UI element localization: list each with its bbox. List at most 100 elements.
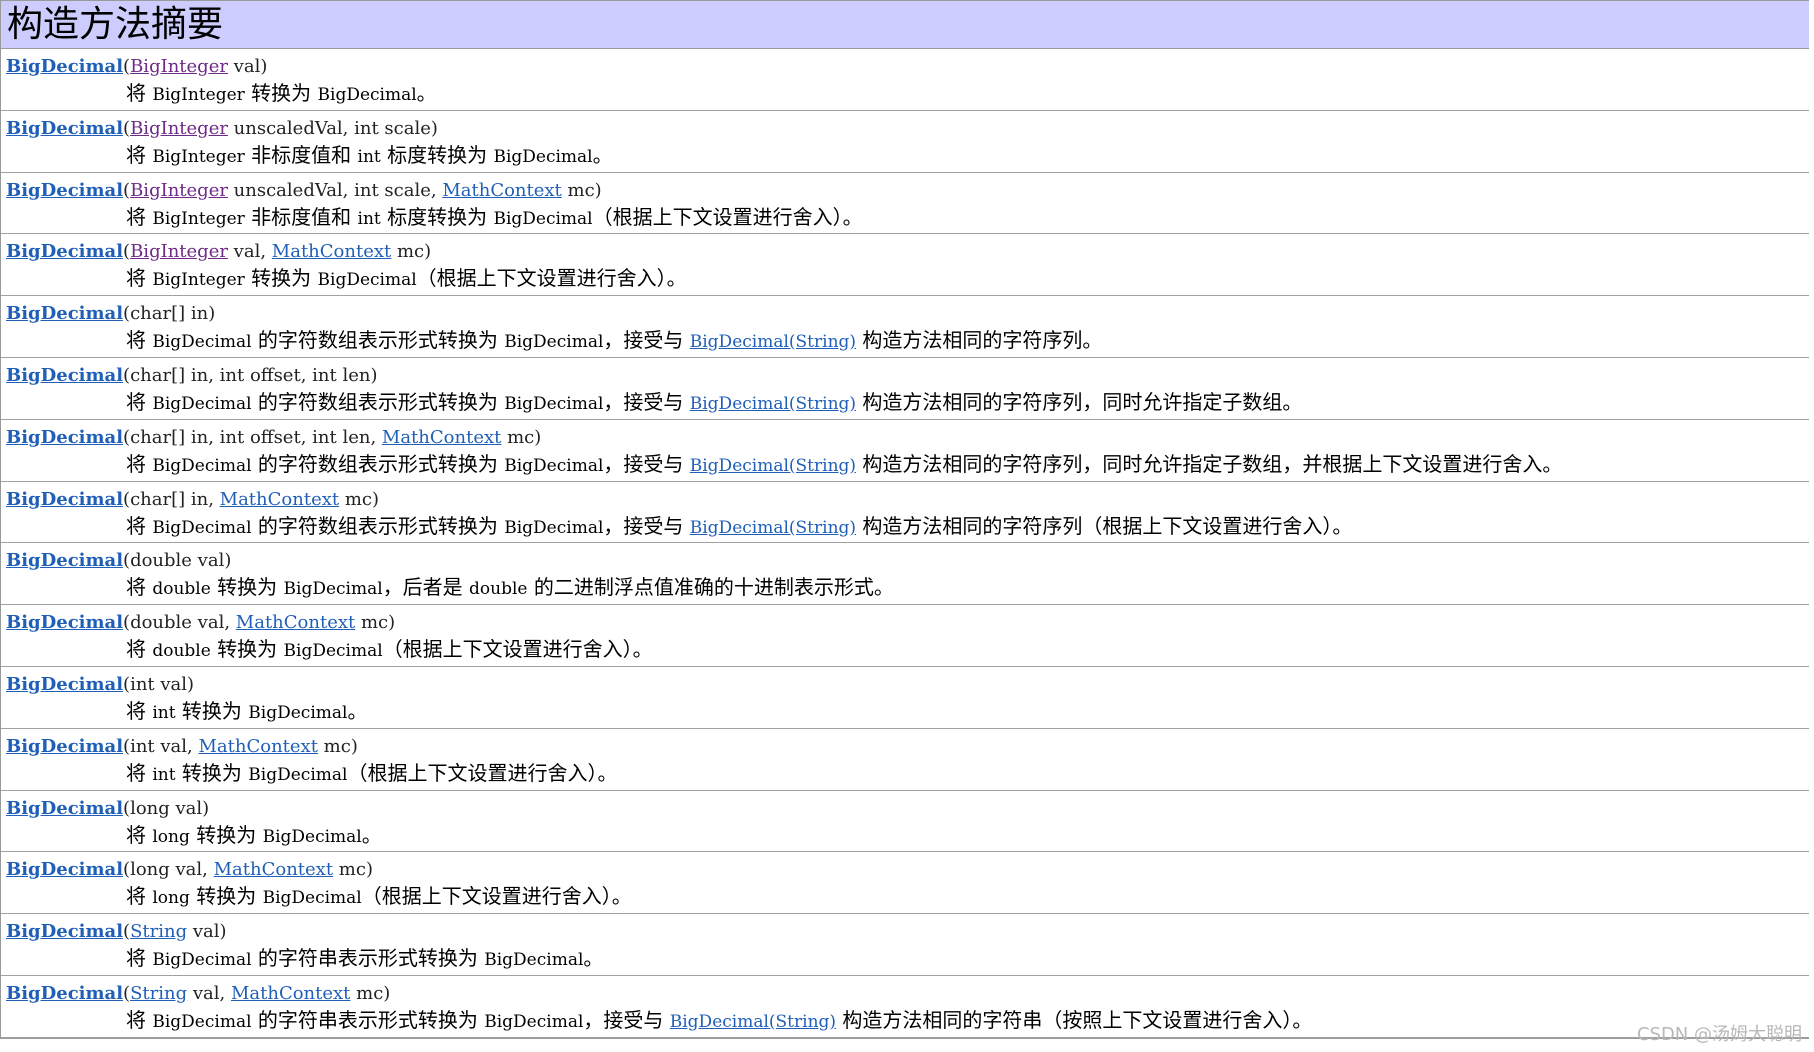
- constructor-row: BigDecimal(char[] in, MathContext mc) 将 B…: [1, 482, 1809, 544]
- constructor-description: 将 double 转换为 BigDecimal（根据上下文设置进行舍入）。: [6, 636, 1809, 664]
- constructor-signature: BigDecimal(double val, MathContext mc): [6, 612, 1809, 636]
- constructor-name-link[interactable]: BigDecimal: [6, 365, 123, 386]
- constructor-name-link[interactable]: BigDecimal: [6, 674, 123, 695]
- param-type-link[interactable]: MathContext: [198, 736, 317, 757]
- constructor-name-link[interactable]: BigDecimal: [6, 921, 123, 942]
- description-text: 将: [126, 513, 153, 538]
- description-text: 转换为: [175, 760, 249, 785]
- constructor-name-link[interactable]: BigDecimal: [6, 180, 123, 201]
- code-term: BigDecimal: [152, 332, 252, 353]
- signature-text: (char[] in, int offset, int len,: [123, 426, 382, 448]
- signature-text: mc): [339, 488, 380, 510]
- constructor-name-link[interactable]: BigDecimal: [6, 427, 123, 448]
- description-text: 将: [126, 266, 153, 291]
- constructor-name-link[interactable]: BigDecimal: [6, 612, 123, 633]
- description-text: 标度转换为: [380, 142, 494, 167]
- param-type-link[interactable]: MathContext: [220, 489, 339, 510]
- param-type-link[interactable]: MathContext: [214, 859, 333, 880]
- param-type-link[interactable]: MathContext: [236, 612, 355, 633]
- constructor-signature: BigDecimal(char[] in, int offset, int le…: [6, 365, 1809, 389]
- constructor-name-link[interactable]: BigDecimal: [6, 736, 123, 757]
- description-text: 将: [126, 637, 153, 662]
- param-type-link[interactable]: String: [130, 983, 187, 1004]
- code-term: BigInteger: [152, 146, 245, 167]
- constructor-name-link[interactable]: BigDecimal: [6, 489, 123, 510]
- constructor-name-link[interactable]: BigDecimal: [6, 983, 123, 1004]
- signature-text: val): [187, 921, 227, 943]
- description-text: ，接受与: [603, 389, 690, 414]
- constructor-name-link[interactable]: BigDecimal: [6, 56, 123, 77]
- description-text: 转换为: [210, 575, 284, 600]
- constructor-signature: BigDecimal(BigInteger unscaledVal, int s…: [6, 180, 1809, 204]
- code-term: BigInteger: [152, 270, 245, 291]
- description-text: 将: [126, 389, 153, 414]
- description-text: 将: [126, 760, 153, 785]
- code-term: BigDecimal: [504, 455, 604, 476]
- constructor-reference-link[interactable]: BigDecimal(String): [690, 518, 856, 538]
- description-text: 的字符数组表示形式转换为: [251, 513, 505, 538]
- code-term: BigDecimal: [283, 641, 383, 662]
- table-header: 构造方法摘要: [1, 1, 1809, 49]
- param-type-link[interactable]: MathContext: [272, 241, 391, 262]
- constructor-reference-link[interactable]: BigDecimal(String): [690, 456, 856, 476]
- description-text: 将: [126, 81, 153, 105]
- param-type-link[interactable]: BigInteger: [130, 56, 228, 77]
- signature-text: mc): [391, 241, 432, 263]
- description-text: 标度转换为: [380, 204, 494, 229]
- param-type-link[interactable]: MathContext: [442, 180, 561, 201]
- constructor-signature: BigDecimal(BigInteger unscaledVal, int s…: [6, 118, 1809, 142]
- constructor-description: 将 BigDecimal 的字符数组表示形式转换为 BigDecimal，接受与…: [6, 327, 1809, 355]
- constructor-row: BigDecimal(BigInteger val) 将 BigInteger 转…: [1, 49, 1809, 111]
- param-type-link[interactable]: MathContext: [382, 427, 501, 448]
- param-type-link[interactable]: BigInteger: [130, 241, 228, 262]
- constructor-name-link[interactable]: BigDecimal: [6, 303, 123, 324]
- constructor-name-link[interactable]: BigDecimal: [6, 798, 123, 819]
- constructor-row: BigDecimal(double val, MathContext mc) 将 …: [1, 605, 1809, 667]
- constructor-signature: BigDecimal(char[] in, int offset, int le…: [6, 427, 1809, 451]
- description-text: 构造方法相同的字符序列，同时允许指定子数组，并根据上下文设置进行舍入。: [856, 451, 1563, 476]
- constructor-reference-link[interactable]: BigDecimal(String): [690, 394, 856, 414]
- description-text: ，接受与: [583, 1007, 670, 1032]
- code-term: BigDecimal: [248, 764, 348, 785]
- description-text: 的字符数组表示形式转换为: [251, 389, 505, 414]
- constructor-description: 将 BigDecimal 的字符数组表示形式转换为 BigDecimal，接受与…: [6, 513, 1809, 541]
- constructor-summary-table: 构造方法摘要 BigDecimal(BigInteger val) 将 BigIn…: [0, 0, 1809, 1039]
- constructor-name-link[interactable]: BigDecimal: [6, 550, 123, 571]
- param-type-link[interactable]: String: [130, 921, 187, 942]
- description-text: 将: [126, 328, 153, 353]
- constructor-reference-link[interactable]: BigDecimal(String): [690, 332, 856, 352]
- param-type-link[interactable]: BigInteger: [130, 118, 228, 139]
- code-term: long: [152, 826, 190, 847]
- constructor-description: 将 BigDecimal 的字符串表示形式转换为 BigDecimal，接受与 …: [6, 1007, 1809, 1035]
- signature-text: mc): [317, 735, 358, 757]
- param-type-link[interactable]: BigInteger: [130, 180, 228, 201]
- constructor-name-link[interactable]: BigDecimal: [6, 859, 123, 880]
- constructor-row: BigDecimal(BigInteger unscaledVal, int s…: [1, 173, 1809, 235]
- constructor-signature: BigDecimal(long val): [6, 798, 1809, 822]
- description-text: ，接受与: [603, 513, 690, 538]
- constructor-description: 将 BigDecimal 的字符串表示形式转换为 BigDecimal。: [6, 945, 1809, 973]
- constructor-name-link[interactable]: BigDecimal: [6, 241, 123, 262]
- description-text: 转换为: [189, 822, 263, 847]
- code-term: BigDecimal: [504, 393, 604, 414]
- constructor-description: 将 BigInteger 转换为 BigDecimal。: [6, 80, 1809, 108]
- code-term: double: [469, 579, 528, 600]
- signature-text: unscaledVal, int scale,: [227, 179, 443, 201]
- description-text: 的字符串表示形式转换为: [251, 946, 485, 971]
- description-text: 。: [347, 698, 368, 723]
- param-type-link[interactable]: MathContext: [231, 983, 350, 1004]
- constructor-list: BigDecimal(BigInteger val) 将 BigInteger 转…: [1, 49, 1809, 1038]
- signature-text: val,: [187, 982, 231, 1004]
- constructor-description: 将 long 转换为 BigDecimal（根据上下文设置进行舍入）。: [6, 883, 1809, 911]
- code-term: BigDecimal: [152, 950, 252, 971]
- description-text: 构造方法相同的字符序列。: [856, 328, 1103, 353]
- code-term: BigDecimal: [152, 517, 252, 538]
- constructor-row: BigDecimal(BigInteger val, MathContext m…: [1, 234, 1809, 297]
- code-term: BigDecimal: [152, 1011, 252, 1032]
- signature-text: val,: [227, 241, 272, 263]
- description-text: 转换为: [244, 81, 318, 105]
- code-term: int: [357, 208, 381, 229]
- constructor-name-link[interactable]: BigDecimal: [6, 118, 123, 139]
- constructor-reference-link[interactable]: BigDecimal(String): [670, 1012, 836, 1032]
- constructor-description: 将 int 转换为 BigDecimal。: [6, 698, 1809, 726]
